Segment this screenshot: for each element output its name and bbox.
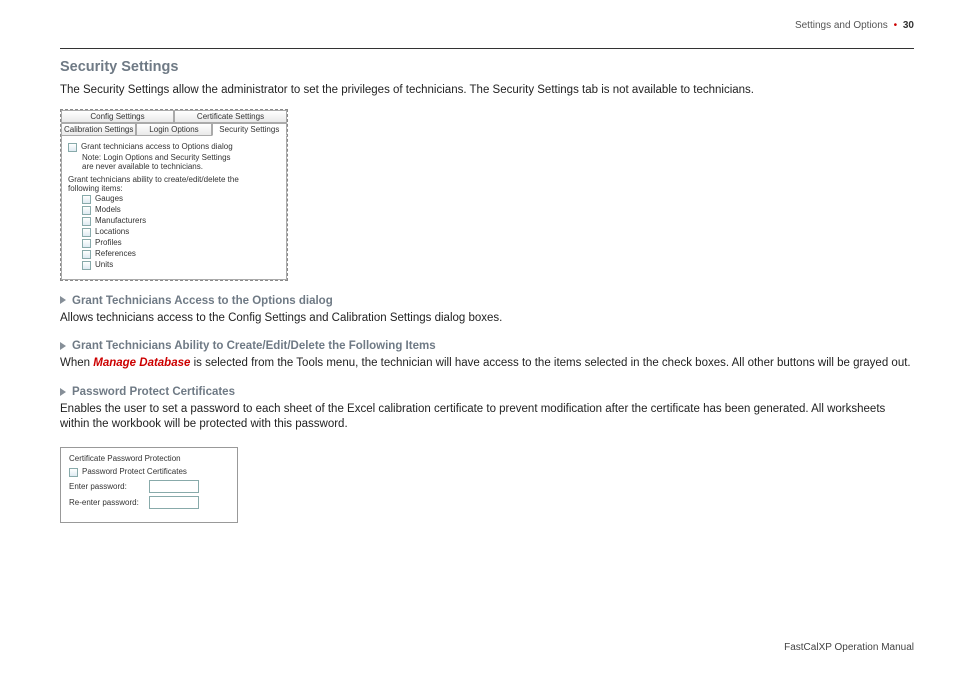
page: Settings and Options • 30 Security Setti… xyxy=(0,0,954,675)
subhead-password-protect: Password Protect Certificates xyxy=(60,386,914,398)
item-label: Units xyxy=(95,260,113,269)
tab-login-options[interactable]: Login Options xyxy=(136,123,211,136)
footer-text: FastCalXP Operation Manual xyxy=(784,642,914,653)
tab-row-1: Config Settings Certificate Settings xyxy=(61,110,287,123)
field-label: Re-enter password: xyxy=(69,498,143,507)
reenter-password-input[interactable] xyxy=(149,496,199,509)
subhead-grant-ability: Grant Technicians Ability to Create/Edit… xyxy=(60,340,914,352)
grant-access-checkbox-row: Grant technicians access to Options dial… xyxy=(68,142,280,152)
reenter-password-row: Re-enter password: xyxy=(69,496,229,509)
options-dialog-screenshot: Config Settings Certificate Settings Cal… xyxy=(60,109,288,281)
header-rule xyxy=(60,48,914,49)
item-models: Models xyxy=(82,205,280,215)
page-number: 30 xyxy=(903,20,914,31)
item-label: Locations xyxy=(95,227,129,236)
subhead-text: Password Protect Certificates xyxy=(72,386,235,398)
enter-password-row: Enter password: xyxy=(69,480,229,493)
page-title: Security Settings xyxy=(60,59,914,75)
checkbox-icon[interactable] xyxy=(69,468,78,477)
field-label: Enter password: xyxy=(69,482,143,491)
note-line1: Note: Login Options and Security Setting… xyxy=(82,153,280,162)
triangle-icon xyxy=(60,296,66,304)
sub1-text: Allows technicians access to the Config … xyxy=(60,311,914,327)
group-title: Certificate Password Protection xyxy=(69,454,229,463)
item-locations: Locations xyxy=(82,227,280,237)
checkbox-icon[interactable] xyxy=(82,195,91,204)
item-manufacturers: Manufacturers xyxy=(82,216,280,226)
password-input[interactable] xyxy=(149,480,199,493)
item-gauges: Gauges xyxy=(82,194,280,204)
bullet-icon: • xyxy=(894,20,898,31)
tab-config-settings[interactable]: Config Settings xyxy=(61,110,174,123)
security-panel: Grant technicians access to Options dial… xyxy=(61,136,287,280)
item-units: Units xyxy=(82,260,280,270)
password-group-screenshot: Certificate Password Protection Password… xyxy=(60,447,238,523)
checkbox-icon[interactable] xyxy=(82,228,91,237)
tab-row-2: Calibration Settings Login Options Secur… xyxy=(61,123,287,136)
sub2-post: is selected from the Tools menu, the tec… xyxy=(190,357,910,369)
checkbox-icon[interactable] xyxy=(82,250,91,259)
tab-certificate-settings[interactable]: Certificate Settings xyxy=(174,110,287,123)
password-protect-checkbox-row: Password Protect Certificates xyxy=(69,467,229,477)
checkbox-icon[interactable] xyxy=(82,261,91,270)
sub2-pre: When xyxy=(60,357,93,369)
item-references: References xyxy=(82,249,280,259)
subhead-grant-access: Grant Technicians Access to the Options … xyxy=(60,295,914,307)
item-label: References xyxy=(95,249,136,258)
item-label: Models xyxy=(95,205,121,214)
sub2-text: When Manage Database is selected from th… xyxy=(60,356,914,372)
item-label: Manufacturers xyxy=(95,216,146,225)
triangle-icon xyxy=(60,388,66,396)
section-name: Settings and Options xyxy=(795,20,888,31)
triangle-icon xyxy=(60,342,66,350)
intro-text: The Security Settings allow the administ… xyxy=(60,83,914,99)
item-label: Gauges xyxy=(95,194,123,203)
checkbox-icon[interactable] xyxy=(68,143,77,152)
note-line2: are never available to technicians. xyxy=(82,162,280,171)
tab-security-settings[interactable]: Security Settings xyxy=(212,123,287,136)
grant-access-label: Grant technicians access to Options dial… xyxy=(81,142,233,151)
grant-ability-line1: Grant technicians ability to create/edit… xyxy=(68,175,280,184)
checkbox-icon[interactable] xyxy=(82,206,91,215)
grant-ability-line2: following items: xyxy=(68,184,280,193)
content-area: Security Settings The Security Settings … xyxy=(60,55,914,523)
subhead-text: Grant Technicians Access to the Options … xyxy=(72,295,333,307)
checkbox-icon[interactable] xyxy=(82,239,91,248)
item-profiles: Profiles xyxy=(82,238,280,248)
checkbox-icon[interactable] xyxy=(82,217,91,226)
sub3-text: Enables the user to set a password to ea… xyxy=(60,402,914,433)
tab-calibration-settings[interactable]: Calibration Settings xyxy=(61,123,136,136)
subhead-text: Grant Technicians Ability to Create/Edit… xyxy=(72,340,436,352)
manage-database-link[interactable]: Manage Database xyxy=(93,357,190,369)
item-label: Profiles xyxy=(95,238,122,247)
running-header: Settings and Options • 30 xyxy=(795,20,914,31)
checkbox-label: Password Protect Certificates xyxy=(82,467,187,476)
